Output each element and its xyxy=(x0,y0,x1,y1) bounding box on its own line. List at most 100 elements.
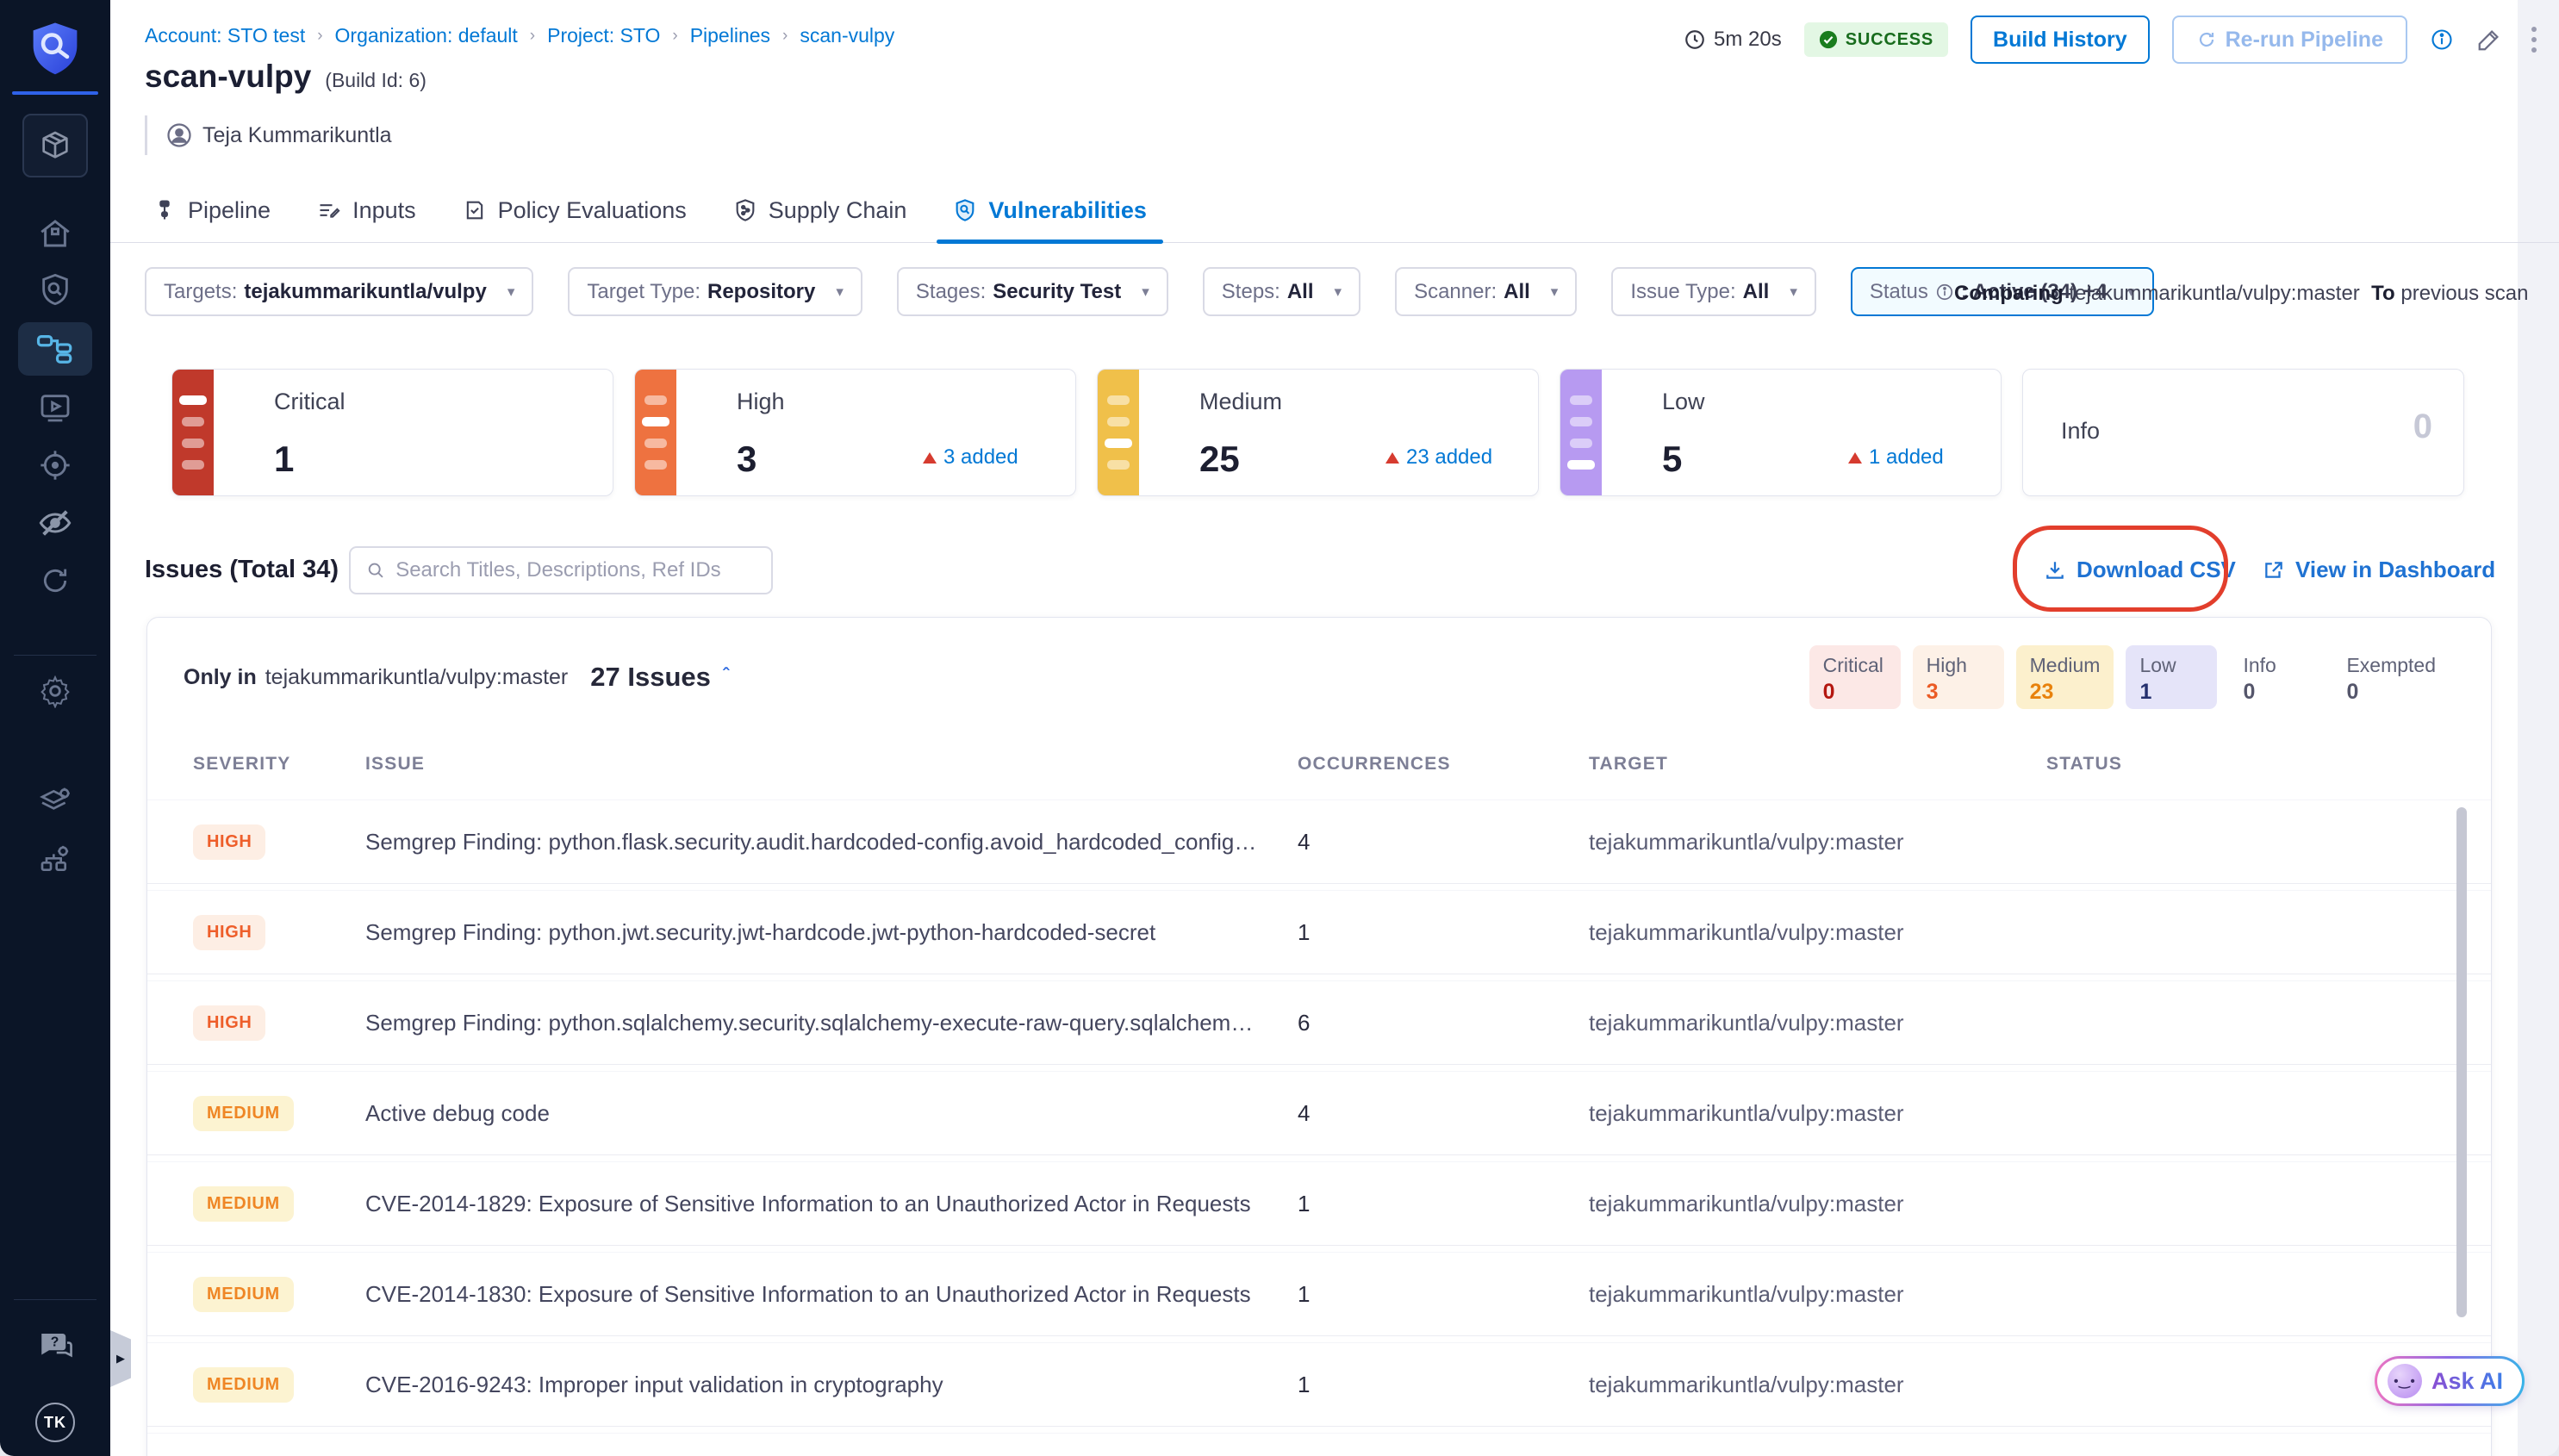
user-avatar[interactable]: TK xyxy=(35,1403,75,1442)
issues-table-header: SEVERITY ISSUE OCCURRENCES TARGET STATUS xyxy=(147,754,2491,775)
tab-vulnerabilities[interactable]: Vulnerabilities xyxy=(930,177,1170,243)
sidebar-item-targets[interactable] xyxy=(0,448,110,482)
chevron-sep-icon: › xyxy=(317,27,322,46)
sidebar-item-tickets[interactable] xyxy=(0,563,110,598)
build-history-button[interactable]: Build History xyxy=(1971,16,2150,64)
ai-bot-icon: •‿• xyxy=(2388,1364,2422,1398)
info-icon xyxy=(1935,283,1954,302)
circular-arrow-icon xyxy=(38,563,72,598)
chevron-up-icon[interactable]: ˆ xyxy=(723,664,729,687)
chevron-down-icon: ▾ xyxy=(1142,283,1149,301)
severity-card-high[interactable]: High 3 3 added xyxy=(634,369,1076,496)
severity-card-info[interactable]: Info 0 xyxy=(2022,369,2464,496)
info-icon[interactable] xyxy=(2430,28,2454,52)
filter-targets[interactable]: Targets:tejakummarikuntla/vulpy▾ xyxy=(145,267,533,316)
chip-low: Low1 xyxy=(2126,645,2217,709)
tab-supply-chain[interactable]: Supply Chain xyxy=(710,177,931,243)
ask-ai-button[interactable]: •‿• Ask AI xyxy=(2375,1356,2525,1406)
search-icon xyxy=(366,560,385,581)
edit-pipeline-icon[interactable] xyxy=(2476,27,2502,53)
harness-sto-logo[interactable] xyxy=(0,21,110,78)
filter-issue-type[interactable]: Issue Type:All▾ xyxy=(1611,267,1816,316)
severity-card-medium[interactable]: Medium 25 23 added xyxy=(1097,369,1539,496)
tab-policy-evaluations[interactable]: Policy Evaluations xyxy=(439,177,710,243)
severity-chip-row: Critical0 High3 Medium23 Low1 Info0 Exem… xyxy=(1809,645,2450,709)
sidebar-item-settings[interactable] xyxy=(0,674,110,708)
issues-panel: Only intejakummarikuntla/vulpy:master 27… xyxy=(146,617,2492,1456)
issue-title: CVE-2014-1829: Exposure of Sensitive Inf… xyxy=(365,1191,1298,1217)
filter-target-type[interactable]: Target Type:Repository▾ xyxy=(568,267,862,316)
cube-icon xyxy=(38,128,72,163)
severity-gauge-icon xyxy=(635,370,676,495)
page-scrollbar-gutter[interactable] xyxy=(2518,0,2559,1456)
filter-scanner[interactable]: Scanner:All▾ xyxy=(1395,267,1577,316)
table-row[interactable]: HIGH Semgrep Finding: python.sqlalchemy.… xyxy=(147,981,2491,1064)
table-scrollbar-thumb[interactable] xyxy=(2456,807,2467,1317)
status-badge: SUCCESS xyxy=(1804,22,1948,57)
sidebar-item-home[interactable] xyxy=(0,215,110,252)
page-title-row: scan-vulpy (Build Id: 6) xyxy=(145,59,426,95)
severity-card-low[interactable]: Low 5 1 added xyxy=(1560,369,2002,496)
chat-help-icon: ? xyxy=(36,1328,74,1364)
sidebar-item-pipelines-active[interactable] xyxy=(18,322,92,376)
avatar-initials: TK xyxy=(44,1414,66,1432)
sidebar: ? TK xyxy=(0,0,110,1456)
triangle-up-icon xyxy=(1848,452,1862,464)
sidebar-item-executions[interactable] xyxy=(0,390,110,425)
hierarchy-gear-icon xyxy=(37,843,73,877)
issue-group-header[interactable]: Only intejakummarikuntla/vulpy:master 27… xyxy=(184,645,2450,709)
target-name: tejakummarikuntla/vulpy:master xyxy=(1589,1372,2046,1398)
table-row[interactable]: MEDIUM CVE-2017-11424: PyJWT: Improper V… xyxy=(147,1434,2491,1456)
sidebar-item-default-settings[interactable] xyxy=(0,784,110,818)
chevron-sep-icon: › xyxy=(530,27,535,46)
table-row[interactable]: HIGH Semgrep Finding: python.flask.secur… xyxy=(147,800,2491,883)
page-title: scan-vulpy xyxy=(145,59,311,95)
download-csv-button[interactable]: Download CSV xyxy=(2044,557,2236,583)
logo-accent-line xyxy=(12,91,98,95)
view-in-dashboard-button[interactable]: View in Dashboard xyxy=(2263,557,2495,583)
occurrences: 1 xyxy=(1298,1281,1589,1308)
breadcrumb-org[interactable]: Organization: default xyxy=(335,24,518,47)
target-name: tejakummarikuntla/vulpy:master xyxy=(1589,1100,2046,1127)
user-name: Teja Kummarikuntla xyxy=(202,123,392,148)
issues-table-body: HIGH Semgrep Finding: python.flask.secur… xyxy=(147,800,2491,1456)
filter-stages[interactable]: Stages:Security Test▾ xyxy=(897,267,1168,316)
executions-icon xyxy=(38,390,72,425)
breadcrumb-account[interactable]: Account: STO test xyxy=(145,24,305,47)
tab-inputs[interactable]: Inputs xyxy=(294,177,439,243)
chip-info: Info0 xyxy=(2229,645,2320,709)
sidebar-item-security-tests[interactable] xyxy=(0,272,110,307)
breadcrumb-project[interactable]: Project: STO xyxy=(547,24,660,47)
tab-pipeline[interactable]: Pipeline xyxy=(129,177,294,243)
issues-search[interactable] xyxy=(349,546,773,594)
severity-card-critical[interactable]: Critical 1 xyxy=(171,369,613,496)
filter-steps[interactable]: Steps:All▾ xyxy=(1203,267,1360,316)
breadcrumb-current[interactable]: scan-vulpy xyxy=(800,24,894,47)
table-row[interactable]: MEDIUM CVE-2014-1830: Exposure of Sensit… xyxy=(147,1253,2491,1335)
issue-title: Semgrep Finding: python.sqlalchemy.secur… xyxy=(365,1010,1298,1036)
table-row[interactable]: MEDIUM CVE-2014-1829: Exposure of Sensit… xyxy=(147,1162,2491,1245)
more-options-menu[interactable] xyxy=(2525,23,2543,56)
issue-title: Semgrep Finding: python.jwt.security.jwt… xyxy=(365,919,1298,946)
table-row[interactable]: MEDIUM Active debug code 4 tejakummariku… xyxy=(147,1072,2491,1154)
sidebar-item-org-settings[interactable] xyxy=(0,843,110,877)
rerun-pipeline-button[interactable]: Re-run Pipeline xyxy=(2172,16,2407,64)
severity-summary-cards: Critical 1 High 3 3 added Medium 25 23 a… xyxy=(171,369,2464,496)
chevron-down-icon: ▾ xyxy=(1790,283,1797,301)
pipeline-icon xyxy=(153,197,177,223)
breadcrumb-pipelines[interactable]: Pipelines xyxy=(690,24,770,47)
sidebar-item-exemptions[interactable] xyxy=(0,506,110,540)
issues-heading: Issues (Total 34) xyxy=(145,556,339,584)
sidebar-collapse-handle[interactable]: ▶ xyxy=(110,1330,131,1387)
table-row[interactable]: HIGH Semgrep Finding: python.jwt.securit… xyxy=(147,891,2491,974)
help-chat-button[interactable]: ? xyxy=(0,1328,110,1364)
ask-ai-label: Ask AI xyxy=(2431,1368,2503,1395)
issues-search-input[interactable] xyxy=(395,558,756,582)
build-duration: 5m 20s xyxy=(1684,28,1782,52)
occurrences: 6 xyxy=(1298,1010,1589,1036)
gear-icon xyxy=(38,674,72,708)
module-selector[interactable] xyxy=(22,114,88,177)
table-row[interactable]: MEDIUM CVE-2016-9243: Improper input val… xyxy=(147,1343,2491,1426)
pencil-icon xyxy=(2476,27,2502,53)
filter-bar: Targets:tejakummarikuntla/vulpy▾ Target … xyxy=(145,267,2154,316)
